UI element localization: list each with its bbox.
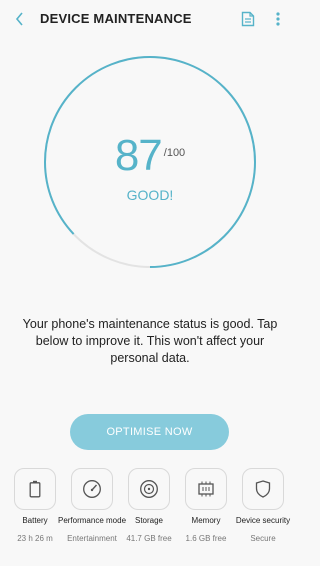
score-display: 87/100 (43, 131, 257, 181)
card-icon-box[interactable] (185, 468, 227, 510)
card-battery[interactable]: Battery 23 h 26 m (0, 468, 57, 558)
app-bar: DEVICE MAINTENANCE (0, 0, 300, 37)
card-icon-box[interactable] (71, 468, 113, 510)
chevron-left-icon (15, 12, 23, 26)
score-max: /100 (163, 147, 186, 159)
category-cards: Battery 23 h 26 m Performance mode Enter… (0, 468, 300, 558)
card-icon-box[interactable] (14, 468, 56, 510)
score-value: 87 (114, 131, 163, 180)
status-message: Your phone's maintenance status is good.… (22, 317, 278, 365)
speedometer-icon (83, 480, 101, 498)
card-device-security[interactable]: Device security Secure (228, 468, 290, 558)
card-icon-box[interactable] (242, 468, 284, 510)
optimise-now-button[interactable]: OPTIMISE NOW (70, 414, 229, 450)
page-title: DEVICE MAINTENANCE (40, 11, 192, 26)
back-button[interactable] (10, 9, 30, 29)
memory-chip-icon (198, 481, 214, 497)
status-label: GOOD! (126, 187, 174, 203)
storage-icon (140, 480, 158, 498)
card-performance-mode[interactable]: Performance mode Entertainment (57, 468, 126, 558)
card-memory[interactable]: Memory 1.6 GB free (171, 468, 228, 558)
more-vert-icon (276, 12, 280, 26)
card-storage[interactable]: Storage 41.7 GB free (114, 468, 172, 558)
maintenance-score-gauge: 87/100 GOOD! (43, 55, 257, 269)
document-button[interactable] (238, 9, 258, 29)
shield-icon (255, 480, 271, 498)
document-icon (241, 11, 255, 27)
more-options-button[interactable] (270, 9, 286, 29)
card-value: Secure (250, 534, 276, 543)
card-icon-box[interactable] (128, 468, 170, 510)
card-label: Device security (235, 516, 291, 525)
battery-icon (29, 480, 41, 498)
